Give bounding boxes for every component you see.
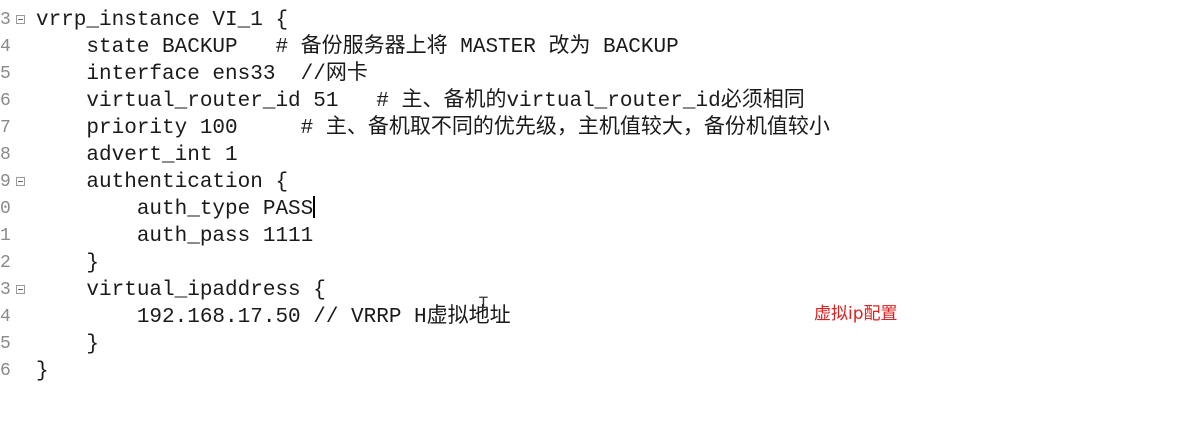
line-number: 2 [0,253,11,273]
code-text: state BACKUP # 备份服务器上将 MASTER 改为 BACKUP [36,36,679,59]
line-number: 1 [0,226,11,246]
line-number: 4 [0,307,11,327]
code-text: virtual_router_id 51 # 主、备机的virtual_rout… [36,90,805,113]
fold-collapse-icon[interactable] [16,177,25,186]
code-line[interactable]: 7 priority 100 # 主、备机取不同的优先级，主机值较大，备份机值较… [0,115,1185,142]
fold-collapse-icon[interactable] [16,15,25,24]
code-line[interactable]: 9 authentication { [0,169,1185,196]
code-text: interface ens33 //网卡 [36,63,368,86]
code-text: auth_pass 1111 [36,225,314,248]
line-number: 5 [0,334,11,354]
code-line[interactable]: 5 interface ens33 //网卡 [0,61,1185,88]
code-line[interactable]: 0 auth_type PASS [0,196,1185,223]
fold-collapse-icon[interactable] [16,285,25,294]
line-number: 0 [0,199,11,219]
code-line[interactable]: 1 auth_pass 1111 [0,223,1185,250]
code-line[interactable]: 2 } [0,250,1185,277]
line-number: 5 [0,64,11,84]
code-text: } [36,252,100,275]
code-line[interactable]: 3 vrrp_instance VI_1 { [0,7,1185,34]
line-number: 4 [0,37,11,57]
code-text: authentication { [36,171,289,194]
code-text: } [36,333,100,356]
code-text: virtual_ipaddress { [36,279,326,302]
text-caret [313,196,316,218]
line-number: 8 [0,145,11,165]
code-line[interactable]: 3 virtual_ipaddress { [0,277,1185,304]
code-text: auth_type PASS [36,196,316,221]
line-number: 6 [0,91,11,111]
code-text: } [36,360,49,383]
line-number: 6 [0,361,11,381]
code-line[interactable]: 4 192.168.17.50 // VRRP H虚拟地址 [0,304,1185,331]
code-editor[interactable]: 3 vrrp_instance VI_1 {4 state BACKUP # 备份… [0,0,1185,430]
text-cursor-icon: Ɪ [479,293,488,312]
code-text: advert_int 1 [36,144,238,167]
code-line[interactable]: 4 state BACKUP # 备份服务器上将 MASTER 改为 BACKU… [0,34,1185,61]
annotation-label: 虚拟ip配置 [814,304,898,324]
code-line[interactable]: 5 } [0,331,1185,358]
code-line[interactable]: 8 advert_int 1 [0,142,1185,169]
line-number: 7 [0,118,11,138]
code-text: priority 100 # 主、备机取不同的优先级，主机值较大，备份机值较小 [36,117,830,140]
code-text: 192.168.17.50 // VRRP H虚拟地址 [36,306,511,329]
code-text: vrrp_instance VI_1 { [36,9,289,32]
code-line[interactable]: 6} [0,358,1185,385]
code-line[interactable]: 6 virtual_router_id 51 # 主、备机的virtual_ro… [0,88,1185,115]
